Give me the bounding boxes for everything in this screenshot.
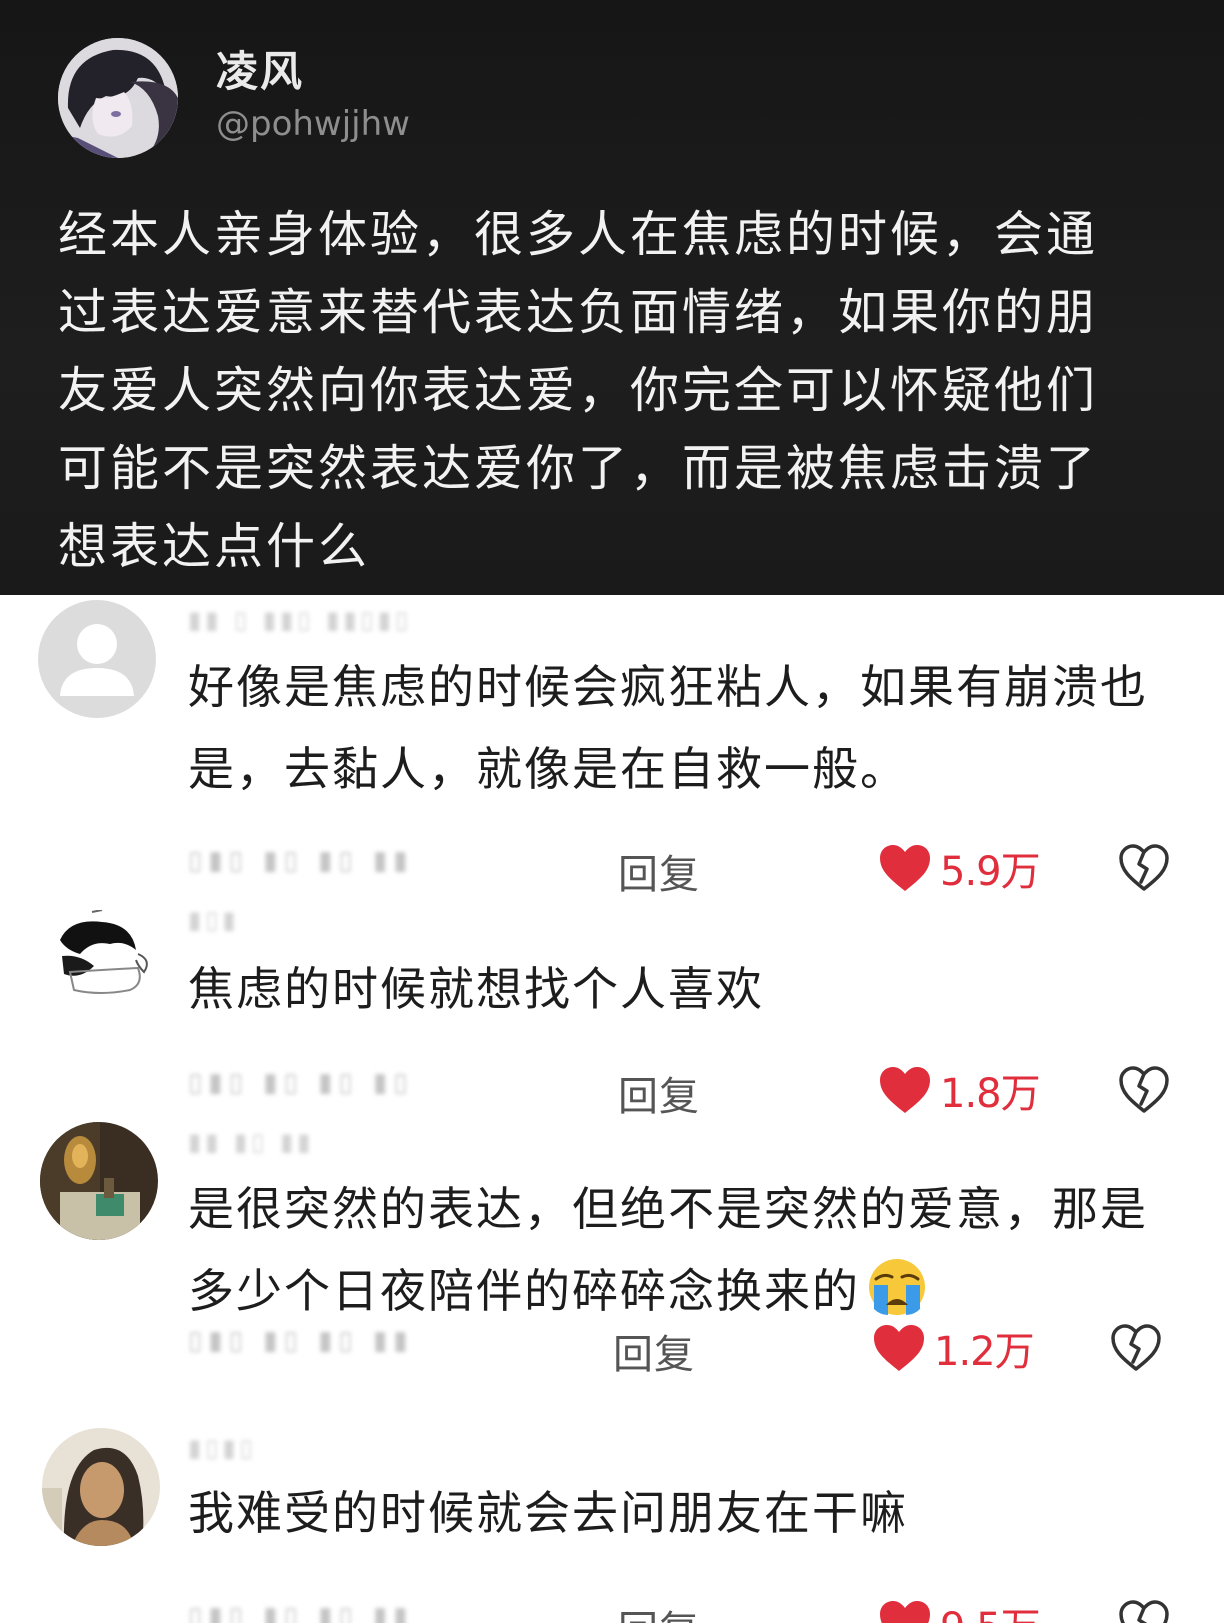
like-count: 9.5万 [940, 1595, 1041, 1623]
like-button[interactable]: 9.5万 [878, 1594, 1041, 1623]
comment-text-content: 是很突然的表达，但绝不是突然的爱意，那是多少个日夜陪伴的碎碎念换来的 [188, 1182, 1148, 1318]
comment-text: 焦虑的时候就想找个人喜欢 [188, 962, 764, 1016]
like-button[interactable]: 5.9万 [878, 838, 1041, 898]
comment-actions: ▯▮▯ ▮▯ ▮▯ ▮▮ 回复 5.9万 [188, 838, 1178, 898]
anime-character-icon [58, 38, 178, 158]
comment-text: 好像是焦虑的时候会疯狂粘人，如果有崩溃也是，去黏人，就像是在自救一般。 [188, 660, 1148, 796]
comment-actions: ▯▮▯ ▮▯ ▮▯ ▮▯ 回复 1.8万 [188, 1060, 1178, 1120]
sketch-avatar-icon [40, 909, 160, 1010]
like-count: 1.8万 [940, 1071, 1041, 1117]
broken-heart-icon[interactable] [1110, 1322, 1162, 1374]
default-avatar-icon [38, 600, 156, 718]
author-avatar[interactable] [58, 38, 178, 158]
crying-face-icon [869, 1259, 925, 1315]
commenter-username[interactable]: ▮▮ ▮▯ ▮▮ [188, 1128, 315, 1156]
commenter-username[interactable]: ▮▯▮ [188, 906, 240, 934]
reply-button[interactable]: 回复 [613, 1322, 695, 1380]
reply-button[interactable]: 回复 [618, 1598, 700, 1623]
commenter-avatar[interactable] [40, 909, 160, 1028]
heart-icon [880, 845, 930, 891]
broken-heart-icon[interactable] [1118, 1598, 1170, 1623]
like-count: 5.9万 [940, 849, 1041, 895]
comment-text: 我难受的时候就会去问朋友在干嘛 [188, 1486, 908, 1540]
broken-heart-icon[interactable] [1118, 1064, 1170, 1116]
commenter-avatar[interactable] [38, 600, 156, 718]
author-name[interactable]: 凌风 [216, 38, 304, 99]
commenter-username[interactable]: ▮▯▮▯ [188, 1434, 257, 1462]
photo-avatar-icon [40, 1122, 158, 1240]
commenter-avatar[interactable] [42, 1428, 160, 1546]
comment-date: ▯▮▯ ▮▯ ▮▯ ▮▮ [188, 1602, 414, 1623]
reply-button[interactable]: 回复 [618, 842, 700, 900]
heart-icon [880, 1067, 930, 1113]
post-body-text: 经本人亲身体验，很多人在焦虑的时候，会通过表达爱意来替代表达负面情绪，如果你的朋… [58, 206, 1099, 575]
comment-date: ▯▮▯ ▮▯ ▮▯ ▮▮ [188, 846, 414, 876]
commenter-avatar[interactable] [40, 1122, 158, 1240]
comment-actions: ▯▮▯ ▮▯ ▮▯ ▮▮ 回复 1.2万 [188, 1318, 1178, 1378]
heart-icon [880, 1601, 930, 1623]
reply-button[interactable]: 回复 [618, 1064, 700, 1122]
comment-date: ▯▮▯ ▮▯ ▮▯ ▮▮ [188, 1326, 414, 1356]
post-card: 凌风 @pohwjjhw 经本人亲身体验，很多人在焦虑的时候，会通过表达爱意来替… [0, 0, 1224, 595]
comment-date: ▯▮▯ ▮▯ ▮▯ ▮▯ [188, 1068, 414, 1098]
comment-text: 是很突然的表达，但绝不是突然的爱意，那是多少个日夜陪伴的碎碎念换来的 [188, 1168, 1148, 1332]
author-handle: @pohwjjhw [216, 104, 410, 144]
like-count: 1.2万 [934, 1329, 1035, 1375]
comment-actions: ▯▮▯ ▮▯ ▮▯ ▮▮ 回复 9.5万 [188, 1594, 1178, 1623]
like-button[interactable]: 1.8万 [878, 1060, 1041, 1120]
commenter-username[interactable]: ▮▮ ▯ ▮▮▯ ▮▮▯▮▯ [188, 606, 412, 634]
like-button[interactable]: 1.2万 [872, 1318, 1035, 1378]
broken-heart-icon[interactable] [1118, 842, 1170, 894]
heart-icon [874, 1325, 924, 1371]
portrait-avatar-icon [42, 1428, 160, 1546]
